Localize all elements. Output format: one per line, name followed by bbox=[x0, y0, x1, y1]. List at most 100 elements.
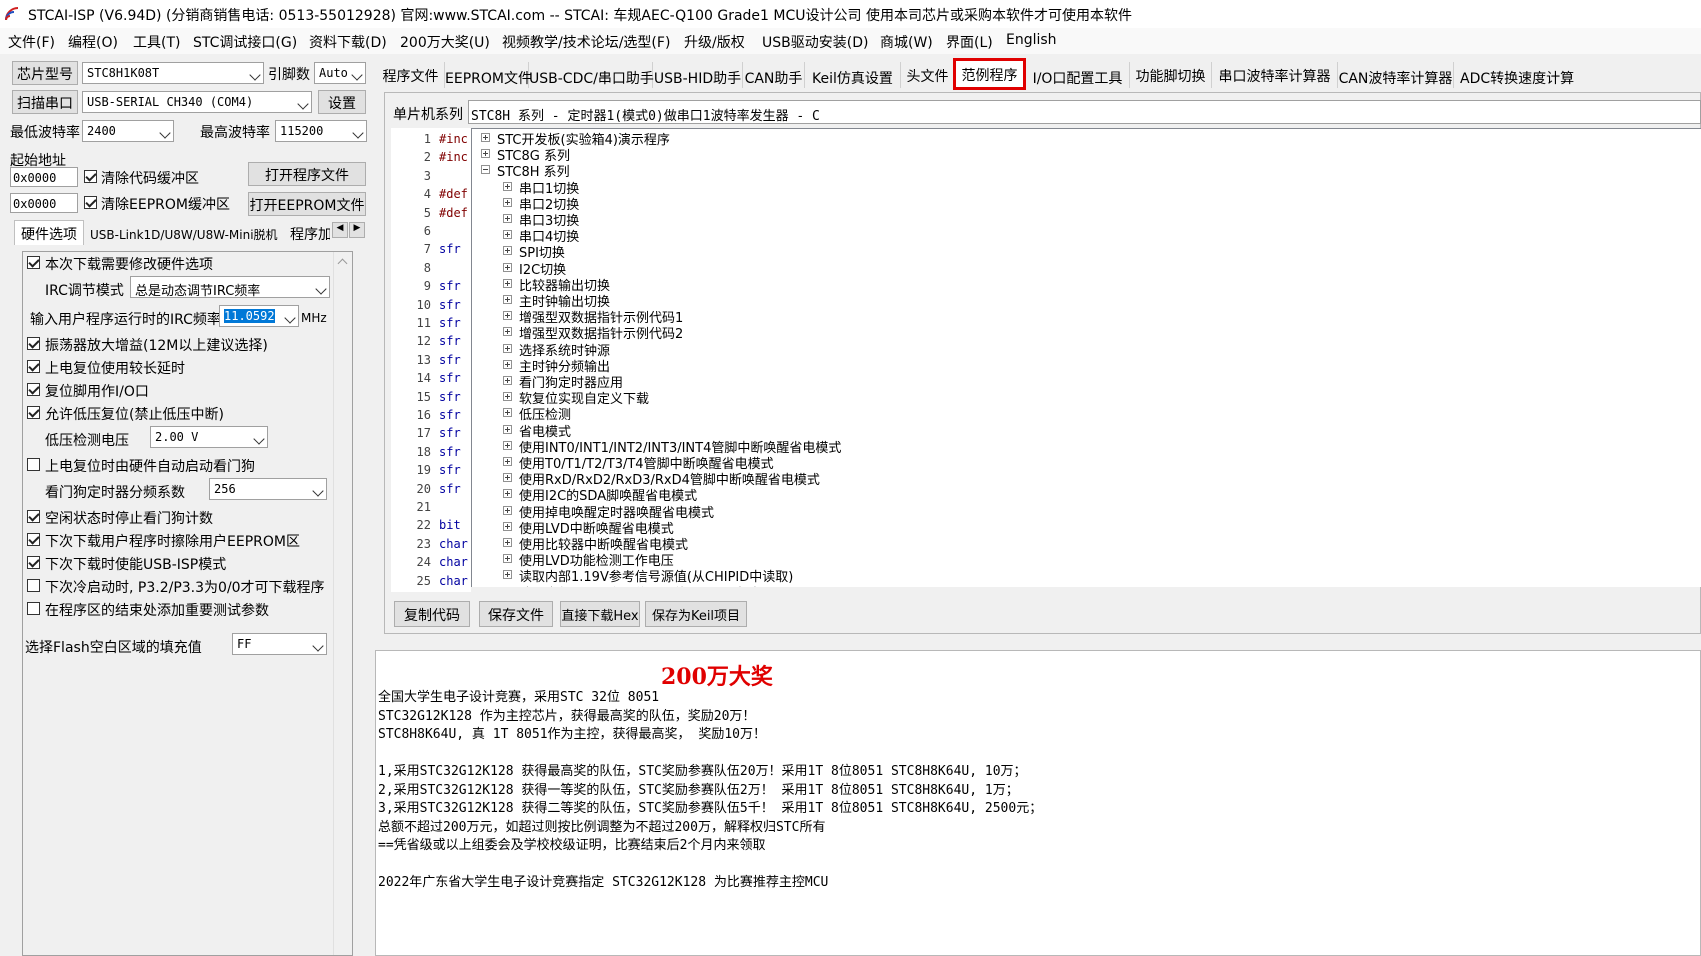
code-editor[interactable]: 1 #inc 2 #inc 3 4 #def 5 #def 6 7 sfr 8 9 sfr 10 sfr 11 sf… bbox=[391, 128, 471, 592]
tab-program-encrypt[interactable]: 程序加 bbox=[290, 224, 330, 244]
tab-usb-hid[interactable]: USB-HID助手 bbox=[653, 62, 743, 88]
expand-icon[interactable] bbox=[503, 570, 512, 580]
open-program-file-button[interactable]: 打开程序文件 bbox=[248, 162, 366, 186]
tab-pin-switch[interactable]: 功能脚切换 bbox=[1130, 62, 1212, 88]
port-select[interactable]: USB-SERIAL CH340 (COM4) bbox=[82, 91, 312, 113]
tab-can-baud-calc[interactable]: CAN波特率计算器 bbox=[1338, 62, 1454, 88]
menu-debug[interactable]: STC调试接口(G) bbox=[193, 32, 297, 52]
tab-keil-sim[interactable]: Keil仿真设置 bbox=[805, 62, 901, 88]
expand-icon[interactable] bbox=[503, 246, 512, 256]
clear-eeprom-checkbox[interactable] bbox=[84, 196, 97, 209]
expand-icon[interactable] bbox=[503, 521, 512, 531]
scroll-up-icon[interactable] bbox=[337, 258, 348, 269]
expand-icon[interactable] bbox=[503, 424, 512, 434]
expand-icon[interactable] bbox=[503, 376, 512, 385]
menu-tools[interactable]: 工具(T) bbox=[133, 32, 180, 52]
watchdog-div-label: 看门狗定时器分频系数 bbox=[45, 485, 185, 501]
expand-icon[interactable] bbox=[503, 440, 512, 450]
tab-uart-baud-calc[interactable]: 串口波特率计算器 bbox=[1212, 62, 1338, 88]
tab-header-file[interactable]: 头文件 bbox=[901, 62, 955, 88]
chip-model-button[interactable]: 芯片型号 bbox=[12, 61, 78, 85]
expand-icon[interactable] bbox=[503, 554, 512, 564]
tab-hardware-options[interactable]: 硬件选项 bbox=[14, 220, 84, 245]
pin-count-select[interactable]: Auto bbox=[314, 62, 366, 84]
erase-eeprom-checkbox[interactable] bbox=[27, 533, 40, 546]
expand-icon[interactable] bbox=[503, 214, 512, 223]
expand-icon[interactable] bbox=[503, 538, 512, 547]
tab-adc-calc[interactable]: ADC转换速度计算 bbox=[1454, 62, 1701, 88]
tree-node[interactable]: 读取内部1.19V参考信号源值(从RAM中读取) bbox=[519, 583, 778, 588]
osc-gain-checkbox[interactable] bbox=[27, 337, 40, 350]
code-address-input[interactable]: 0x0000 bbox=[10, 167, 78, 187]
expand-icon[interactable] bbox=[503, 505, 512, 515]
expand-icon[interactable] bbox=[503, 230, 512, 240]
auto-watchdog-checkbox[interactable] bbox=[27, 458, 40, 471]
expand-icon[interactable] bbox=[503, 278, 512, 288]
idle-stop-wdt-checkbox[interactable] bbox=[27, 510, 40, 523]
tab-usb-cdc[interactable]: USB-CDC/串口助手 bbox=[529, 62, 654, 88]
reset-pin-io-checkbox[interactable] bbox=[27, 383, 40, 396]
expand-icon[interactable] bbox=[503, 457, 512, 466]
usb-isp-checkbox[interactable] bbox=[27, 556, 40, 569]
collapse-icon[interactable] bbox=[481, 165, 490, 175]
modify-hw-checkbox[interactable] bbox=[27, 256, 40, 269]
menu-usb-driver[interactable]: USB驱动安装(D) bbox=[762, 32, 868, 52]
hw-scrollbar[interactable] bbox=[333, 252, 352, 955]
expand-icon[interactable] bbox=[503, 489, 512, 499]
irc-mode-select[interactable]: 总是动态调节IRC频率 bbox=[130, 276, 330, 298]
tab-scroll-left-icon[interactable]: ◀ bbox=[332, 222, 348, 238]
min-baud-select[interactable]: 2400 bbox=[82, 120, 174, 142]
menu-award[interactable]: 200万大奖(U) bbox=[400, 32, 490, 52]
chip-model-select[interactable]: STC8H1K08T bbox=[82, 62, 264, 84]
tab-io-config[interactable]: I/O口配置工具 bbox=[1026, 62, 1130, 88]
low-voltage-select[interactable]: 2.00 V bbox=[150, 426, 268, 448]
expand-icon[interactable] bbox=[503, 473, 512, 483]
tab-program-file[interactable]: 程序文件 bbox=[377, 62, 445, 88]
expand-icon[interactable] bbox=[503, 295, 512, 304]
expand-icon[interactable] bbox=[503, 392, 512, 402]
direct-download-hex-button[interactable]: 直接下载Hex bbox=[560, 601, 640, 627]
menu-english[interactable]: English bbox=[1006, 32, 1057, 48]
low-voltage-reset-checkbox[interactable] bbox=[27, 406, 40, 419]
expand-icon[interactable] bbox=[503, 343, 512, 353]
mcu-series-field[interactable]: STC8H 系列 - 定时器1(模式0)做串口1波特率发生器 - C bbox=[468, 100, 1701, 124]
expand-icon[interactable] bbox=[481, 133, 490, 142]
expand-icon[interactable] bbox=[503, 408, 512, 418]
flash-fill-select[interactable]: FF bbox=[232, 633, 327, 655]
tab-eeprom-file[interactable]: EEPROM文件 bbox=[445, 62, 532, 88]
test-params-checkbox[interactable] bbox=[27, 602, 40, 615]
menu-interface[interactable]: 界面(L) bbox=[946, 32, 993, 52]
expand-icon[interactable] bbox=[481, 149, 490, 159]
menu-docs[interactable]: 资料下载(D) bbox=[309, 32, 387, 52]
tab-can-helper[interactable]: CAN助手 bbox=[743, 62, 805, 88]
expand-icon[interactable] bbox=[503, 359, 512, 369]
save-file-button[interactable]: 保存文件 bbox=[479, 601, 553, 627]
max-baud-select[interactable]: 115200 bbox=[275, 120, 367, 142]
irc-freq-label: 输入用户程序运行时的IRC频率 bbox=[30, 312, 221, 328]
p32-p33-checkbox[interactable] bbox=[27, 579, 40, 592]
scan-port-button[interactable]: 扫描串口 bbox=[12, 90, 78, 114]
clear-code-checkbox[interactable] bbox=[84, 170, 97, 183]
example-tree[interactable]: STC开发板(实验箱4)演示程序 STC8G 系列 STC8H 系列 串口1切换 串口2… bbox=[471, 128, 1701, 587]
menu-file[interactable]: 文件(F) bbox=[8, 32, 55, 52]
poweron-delay-checkbox[interactable] bbox=[27, 360, 40, 373]
watchdog-div-select[interactable]: 256 bbox=[209, 478, 327, 500]
save-keil-project-button[interactable]: 保存为Keil项目 bbox=[645, 601, 747, 627]
irc-freq-select[interactable]: 11.0592 bbox=[219, 305, 299, 327]
menu-video[interactable]: 视频教学/技术论坛/选型(F) bbox=[502, 32, 670, 52]
expand-icon[interactable] bbox=[503, 181, 512, 191]
copy-code-button[interactable]: 复制代码 bbox=[394, 601, 470, 627]
tab-usb-link[interactable]: USB-Link1D/U8W/U8W-Mini脱机 bbox=[90, 226, 278, 243]
tab-examples[interactable]: 范例程序 bbox=[953, 58, 1026, 90]
eeprom-address-input[interactable]: 0x0000 bbox=[10, 193, 78, 213]
menu-upgrade[interactable]: 升级/版权 bbox=[684, 32, 745, 52]
settings-button[interactable]: 设置 bbox=[318, 90, 366, 114]
expand-icon[interactable] bbox=[503, 311, 512, 321]
tab-scroll-right-icon[interactable]: ▶ bbox=[349, 222, 365, 238]
expand-icon[interactable] bbox=[503, 262, 512, 272]
open-eeprom-file-button[interactable]: 打开EEPROM文件 bbox=[248, 192, 366, 216]
expand-icon[interactable] bbox=[503, 327, 512, 337]
expand-icon[interactable] bbox=[503, 197, 512, 207]
menu-store[interactable]: 商城(W) bbox=[880, 32, 933, 52]
menu-program[interactable]: 编程(O) bbox=[68, 32, 118, 52]
